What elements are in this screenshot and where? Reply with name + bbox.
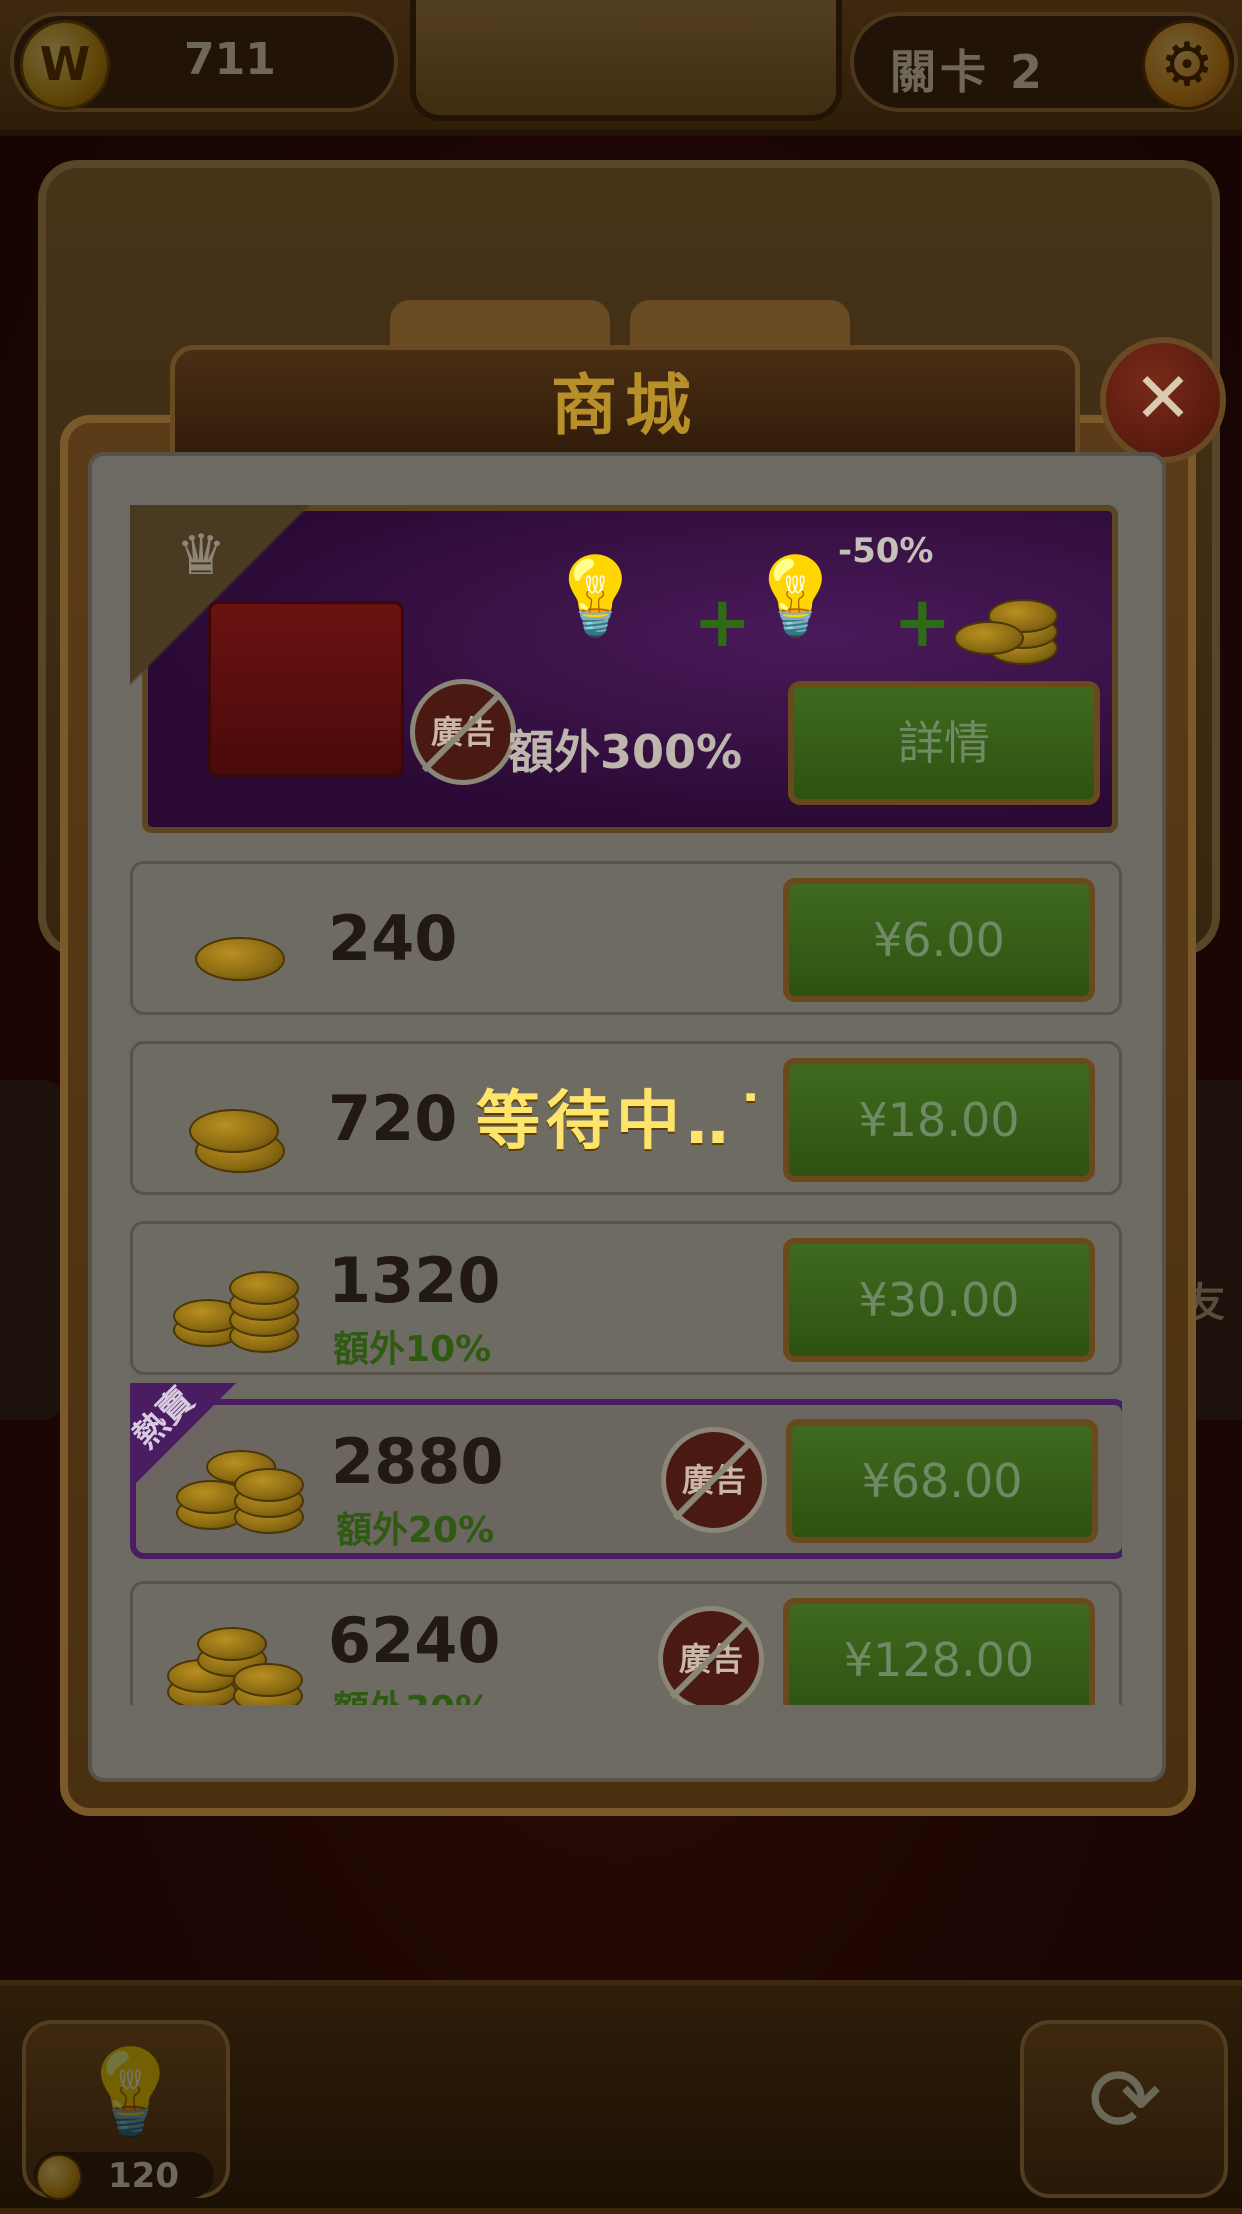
coin-stack-icon — [173, 1069, 293, 1173]
no-ads-icon: 廣告 — [661, 1427, 767, 1533]
buy-button[interactable]: ¥6.00 — [783, 878, 1095, 1002]
crown-icon: ♛ — [176, 523, 227, 588]
gift-box-icon — [208, 601, 404, 777]
discount-bulbs-icon: 💡 — [748, 551, 843, 640]
waiting-indicator: 等待中‥˙ — [476, 1085, 773, 1159]
package-amount: 240 — [328, 902, 458, 975]
details-button[interactable]: 詳情 — [788, 681, 1100, 805]
coin-package-240: 240 ¥6.00 — [130, 861, 1122, 1015]
coin-package-2880: 熱賣 2880 額外20% 廣告 ¥68.00 — [130, 1383, 1122, 1559]
promo-bundle-card: ♛ 💡 + 💡 -50% + 廣告 額外300% 詳情 — [130, 505, 1118, 833]
package-amount: 2880 — [331, 1425, 504, 1498]
hint-bulbs-icon: 💡 — [548, 551, 643, 640]
buy-button[interactable]: ¥18.00 — [783, 1058, 1095, 1182]
coin-stack-icon — [173, 1249, 299, 1353]
buy-button[interactable]: ¥68.00 — [786, 1419, 1098, 1543]
coin-stack-icon — [176, 1430, 304, 1534]
promo-bonus: 額外300% — [508, 725, 743, 779]
discount-label: -50% — [838, 531, 934, 571]
buy-button[interactable]: ¥30.00 — [783, 1238, 1095, 1362]
no-ads-icon: 廣告 — [658, 1606, 764, 1705]
package-bonus: 額外30% — [333, 1680, 491, 1705]
coin-stack-icon — [173, 889, 293, 989]
package-amount: 6240 — [328, 1604, 501, 1677]
coin-package-1320: 1320 額外10% ¥30.00 — [130, 1221, 1122, 1375]
package-bonus: 額外20% — [336, 1510, 495, 1551]
no-ads-icon: 廣告 — [410, 679, 516, 785]
coin-stack-icon — [954, 571, 1078, 671]
package-amount: 1320 — [328, 1244, 501, 1317]
package-bonus: 額外10% — [333, 1329, 492, 1370]
package-amount: 720 — [328, 1082, 458, 1155]
close-icon[interactable]: ✕ — [1100, 337, 1226, 463]
buy-button[interactable]: ¥128.00 — [783, 1598, 1095, 1705]
coin-stack-icon — [167, 1609, 303, 1705]
plus-icon: + — [693, 581, 752, 663]
plus-icon: + — [893, 581, 952, 663]
shop-title: 商城 — [551, 367, 699, 444]
coin-package-6240: 6240 額外30% 廣告 ¥128.00 — [130, 1581, 1122, 1705]
